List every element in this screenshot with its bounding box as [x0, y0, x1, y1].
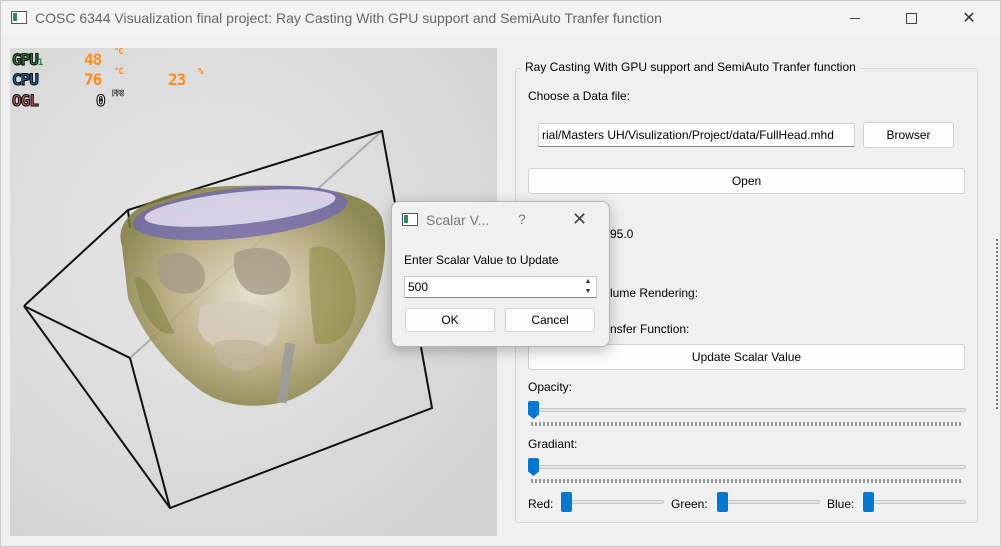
hud-fps-value: 0: [96, 91, 107, 111]
help-icon[interactable]: ?: [518, 211, 526, 227]
spin-up-icon[interactable]: ▲: [585, 278, 592, 286]
close-icon: ✕: [962, 10, 976, 27]
scalar-value-readout: 95.0: [610, 227, 634, 241]
hud-cpu-row: CPU 76 °C 23 %: [12, 67, 204, 90]
scalar-value-dialog: Scalar V... ? ✕ Enter Scalar Value to Up…: [391, 201, 610, 347]
gradient-slider-ticks: [531, 479, 961, 483]
hud-gpu-row: GPU1 48 °C: [12, 48, 124, 70]
update-scalar-button[interactable]: Update Scalar Value: [528, 344, 965, 370]
blue-slider-track[interactable]: [863, 500, 966, 504]
hud-gpu-unit: °C: [114, 48, 124, 57]
minimize-button[interactable]: [831, 1, 879, 35]
scalar-value-spinbox[interactable]: 500 ▲ ▼: [404, 276, 597, 298]
open-button[interactable]: Open: [528, 168, 965, 194]
app-icon: [11, 11, 27, 24]
title-bar[interactable]: COSC 6344 Visualization final project: R…: [1, 1, 1000, 35]
groupbox-title: Ray Casting With GPU support and SemiAut…: [521, 60, 860, 74]
volume-rendering-label: lume Rendering:: [610, 286, 699, 300]
window-title: COSC 6344 Visualization final project: R…: [35, 10, 662, 26]
blue-slider-handle[interactable]: [863, 492, 874, 512]
close-button[interactable]: ✕: [945, 1, 993, 35]
file-path-input[interactable]: rial/Masters UH/Visulization/Project/dat…: [538, 123, 855, 147]
opacity-slider-ticks: [531, 422, 961, 426]
hud-gpu-temp: 48: [84, 50, 102, 69]
hud-cpu-load-unit: %: [198, 67, 204, 77]
minimize-icon: [850, 17, 860, 19]
choose-file-label: Choose a Data file:: [528, 89, 631, 103]
red-label: Red:: [528, 497, 554, 511]
ok-button[interactable]: OK: [405, 308, 495, 332]
hud-ogl-label: OGL: [12, 91, 40, 111]
file-path-text: rial/Masters UH/Visulization/Project/dat…: [542, 128, 834, 142]
hud-ogl-row: OGL 0 FPS: [12, 89, 125, 111]
spin-down-icon[interactable]: ▼: [585, 288, 592, 296]
gradient-label: Gradiant:: [528, 437, 578, 451]
maximize-button[interactable]: [887, 1, 935, 35]
hud-gpu-sub: 1: [37, 58, 44, 68]
scalar-value-text: 500: [408, 280, 429, 294]
dialog-app-icon: [402, 213, 418, 226]
gradient-slider-track[interactable]: [531, 465, 966, 469]
red-slider-track[interactable]: [561, 500, 664, 504]
hud-cpu-temp: 76: [84, 70, 102, 89]
green-label: Green:: [671, 497, 708, 511]
hud-cpu-label: CPU: [12, 70, 40, 90]
dialog-prompt: Enter Scalar Value to Update: [404, 253, 559, 267]
spinbox-arrows[interactable]: ▲ ▼: [582, 278, 594, 296]
hud-cpu-unit: °C: [114, 67, 124, 77]
red-slider-handle[interactable]: [561, 492, 572, 512]
hud-cpu-load: 23: [168, 70, 186, 89]
main-window: COSC 6344 Visualization final project: R…: [0, 0, 1001, 547]
hud-gpu-label: GPU: [12, 50, 40, 70]
opacity-label: Opacity:: [528, 380, 573, 394]
cancel-button[interactable]: Cancel: [505, 308, 595, 332]
opacity-slider-track[interactable]: [531, 408, 966, 412]
transfer-function-label: nsfer Function:: [610, 322, 690, 336]
maximize-icon: [905, 12, 917, 24]
browse-button[interactable]: Browser: [863, 122, 954, 148]
green-slider-track[interactable]: [717, 500, 820, 504]
green-slider-handle[interactable]: [717, 492, 728, 512]
hud-fps-unit: FPS: [112, 89, 125, 99]
dialog-title: Scalar V...: [426, 212, 490, 228]
window-edge-dots: [996, 239, 998, 409]
blue-label: Blue:: [827, 497, 855, 511]
dialog-close-icon[interactable]: ✕: [572, 209, 587, 230]
